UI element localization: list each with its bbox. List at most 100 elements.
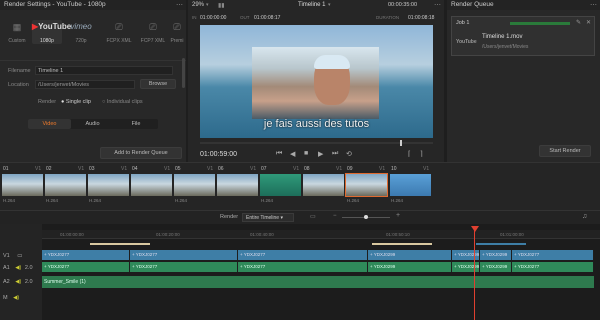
video-clip[interactable]: + YDXJ0277 — [512, 250, 594, 260]
location-label: Location — [8, 82, 29, 88]
out-timecode: 01:00:08:17 — [254, 15, 281, 21]
preset-youtube-1080p[interactable]: ▶YouTube 1080p — [32, 20, 71, 44]
audio-clip[interactable]: + YDXJ0277 — [512, 262, 594, 272]
more-options-icon[interactable]: ⋯ — [176, 1, 183, 9]
loop-icon[interactable]: ⟲ — [346, 150, 352, 158]
zoom-in-icon[interactable]: + — [396, 212, 400, 219]
audio-clip[interactable]: + YDXJ0299 — [480, 262, 512, 272]
audio-clip[interactable]: + YDXJ0299 — [368, 262, 452, 272]
duration-timecode: 00:00:35:00 — [388, 2, 418, 8]
chevron-down-icon[interactable]: ▾ — [206, 2, 209, 8]
render-range-label: Render — [220, 214, 239, 220]
zoom-out-icon[interactable]: − — [333, 213, 337, 219]
clip-number: 07 — [261, 166, 267, 172]
youtube-logo: YouTube — [456, 39, 477, 45]
ruler-tick: 01:00:40:00 — [250, 232, 274, 237]
play-icon[interactable]: ▶ — [318, 150, 323, 158]
clip-thumbnail[interactable] — [390, 174, 431, 196]
video-clip[interactable]: + YDXJ0299 — [452, 250, 480, 260]
video-frame: je fais aussi des tutos — [200, 25, 433, 138]
tab-audio[interactable]: Audio — [71, 119, 114, 129]
render-queue-panel: Render Queue ⋯ Job 1 ✎ ✕ YouTube Timelin… — [447, 0, 600, 162]
skip-end-icon[interactable]: ⏭ — [332, 150, 338, 158]
fcp7-icon: ⎚ — [149, 22, 157, 32]
clip-track: V1 — [293, 166, 300, 172]
close-icon[interactable]: ✕ — [586, 19, 591, 26]
clip-thumbnail[interactable] — [345, 173, 388, 197]
speaker-icon[interactable]: ◀) — [13, 295, 19, 301]
track-header-a2[interactable]: A2 ◀) 2.0 — [0, 276, 42, 288]
viewer-zoom[interactable]: 29% — [192, 2, 204, 8]
video-clip[interactable]: + YDXJ0299 — [368, 250, 452, 260]
preset-vimeo-720p[interactable]: vimeo 720p — [66, 20, 96, 44]
zoom-slider[interactable] — [342, 215, 390, 219]
clip-thumbnail[interactable] — [88, 174, 129, 196]
speaker-icon[interactable]: ◀) — [15, 265, 21, 271]
music-clip[interactable]: Summer_Smile (1) — [42, 276, 594, 288]
job-file: Timeline 1.mov — [482, 34, 523, 40]
video-clip[interactable]: + YDXJ0277 — [238, 250, 368, 260]
audio-clip[interactable]: + YDXJ0277 — [42, 262, 130, 272]
music-note-icon[interactable]: ♫ — [582, 213, 587, 220]
mark-in-icon[interactable]: ⌈ — [408, 150, 411, 158]
video-clip[interactable]: + YDXJ0299 — [480, 250, 512, 260]
edit-icon[interactable]: ✎ — [576, 19, 581, 26]
tab-file[interactable]: File — [114, 119, 158, 129]
clip-thumbnail[interactable] — [2, 174, 43, 196]
preset-fcp7-xml[interactable]: ⎚ FCP7 XML — [138, 20, 168, 44]
location-field[interactable]: /Users/jenvet/Movies — [35, 80, 135, 89]
video-clip[interactable]: + YDXJ0277 — [130, 250, 238, 260]
clip-number: 05 — [175, 166, 181, 172]
clip-thumbnail[interactable] — [260, 174, 301, 196]
mark-out-icon[interactable]: ⌉ — [420, 150, 423, 158]
monitor-icon[interactable]: ▭ — [17, 253, 22, 259]
timeline-view-icon[interactable]: ▭ — [310, 213, 316, 220]
clip-thumbnail[interactable] — [174, 174, 215, 196]
clip-codec: H.264 — [347, 198, 360, 203]
timeline-name[interactable]: Timeline 1 — [298, 2, 325, 8]
preset-custom[interactable]: ▦ Custom — [2, 20, 32, 44]
settings-tabs: Video Audio File — [28, 119, 158, 129]
start-render-button[interactable]: Start Render — [539, 145, 591, 157]
clip-track: V1 — [121, 166, 128, 172]
render-range-select[interactable]: Entire Timeline ▾ — [242, 213, 294, 222]
individual-clips-radio[interactable]: ○ Individual clips — [102, 99, 143, 105]
track-header-m[interactable]: M ◀) — [0, 292, 42, 304]
clip-thumbnail[interactable] — [217, 174, 258, 196]
stop-icon[interactable]: ■ — [304, 150, 308, 157]
preset-premiere[interactable]: ⎚ Premi — [168, 20, 186, 44]
clip-thumbnail[interactable] — [303, 174, 344, 196]
clip-thumbnail[interactable] — [45, 174, 86, 196]
video-clip[interactable]: + YDXJ0277 — [42, 250, 130, 260]
chevron-down-icon[interactable]: ▾ — [328, 2, 331, 8]
in-label: IN — [192, 15, 197, 20]
speaker-icon[interactable]: ◀) — [15, 279, 21, 285]
more-options-icon[interactable]: ⋯ — [434, 1, 441, 9]
playhead-handle[interactable] — [471, 226, 479, 232]
job-card[interactable]: Job 1 ✎ ✕ YouTube Timeline 1.mov /Users/… — [451, 16, 595, 56]
viewer-options-icon[interactable]: ▮▮ — [218, 2, 225, 9]
clip-track: V1 — [423, 166, 430, 172]
track-header-v1[interactable]: V1 ▭ — [0, 250, 42, 262]
single-clip-radio[interactable]: ● Single clip — [61, 99, 91, 105]
reverse-play-icon[interactable]: ◀ — [290, 150, 295, 158]
playhead-scrubber[interactable] — [200, 140, 433, 146]
track-header-a1[interactable]: A1 ◀) 2.0 — [0, 262, 42, 274]
audio-clip[interactable]: + YDXJ0277 — [238, 262, 368, 272]
subtitle-text: je fais aussi des tutos — [263, 118, 370, 130]
add-to-render-queue-button[interactable]: Add to Render Queue — [100, 147, 182, 159]
audio-clip[interactable]: + YDXJ0299 — [452, 262, 480, 272]
pip-overlay — [252, 47, 379, 119]
more-options-icon[interactable]: ⋯ — [590, 1, 597, 9]
browse-button[interactable]: Browse — [140, 79, 176, 89]
filename-field[interactable]: Timeline 1 — [35, 66, 173, 75]
audio-clip[interactable]: + YDXJ0277 — [130, 262, 238, 272]
clip-number: 09 — [347, 166, 353, 172]
playhead[interactable] — [474, 227, 475, 320]
tab-video[interactable]: Video — [28, 119, 71, 129]
preset-fcpx-xml[interactable]: ⎚ FCPX XML — [104, 20, 134, 44]
settings-scrollbar[interactable] — [182, 58, 185, 88]
skip-start-icon[interactable]: ⏮ — [276, 150, 282, 158]
clip-number: 04 — [132, 166, 138, 172]
clip-thumbnail[interactable] — [131, 174, 172, 196]
